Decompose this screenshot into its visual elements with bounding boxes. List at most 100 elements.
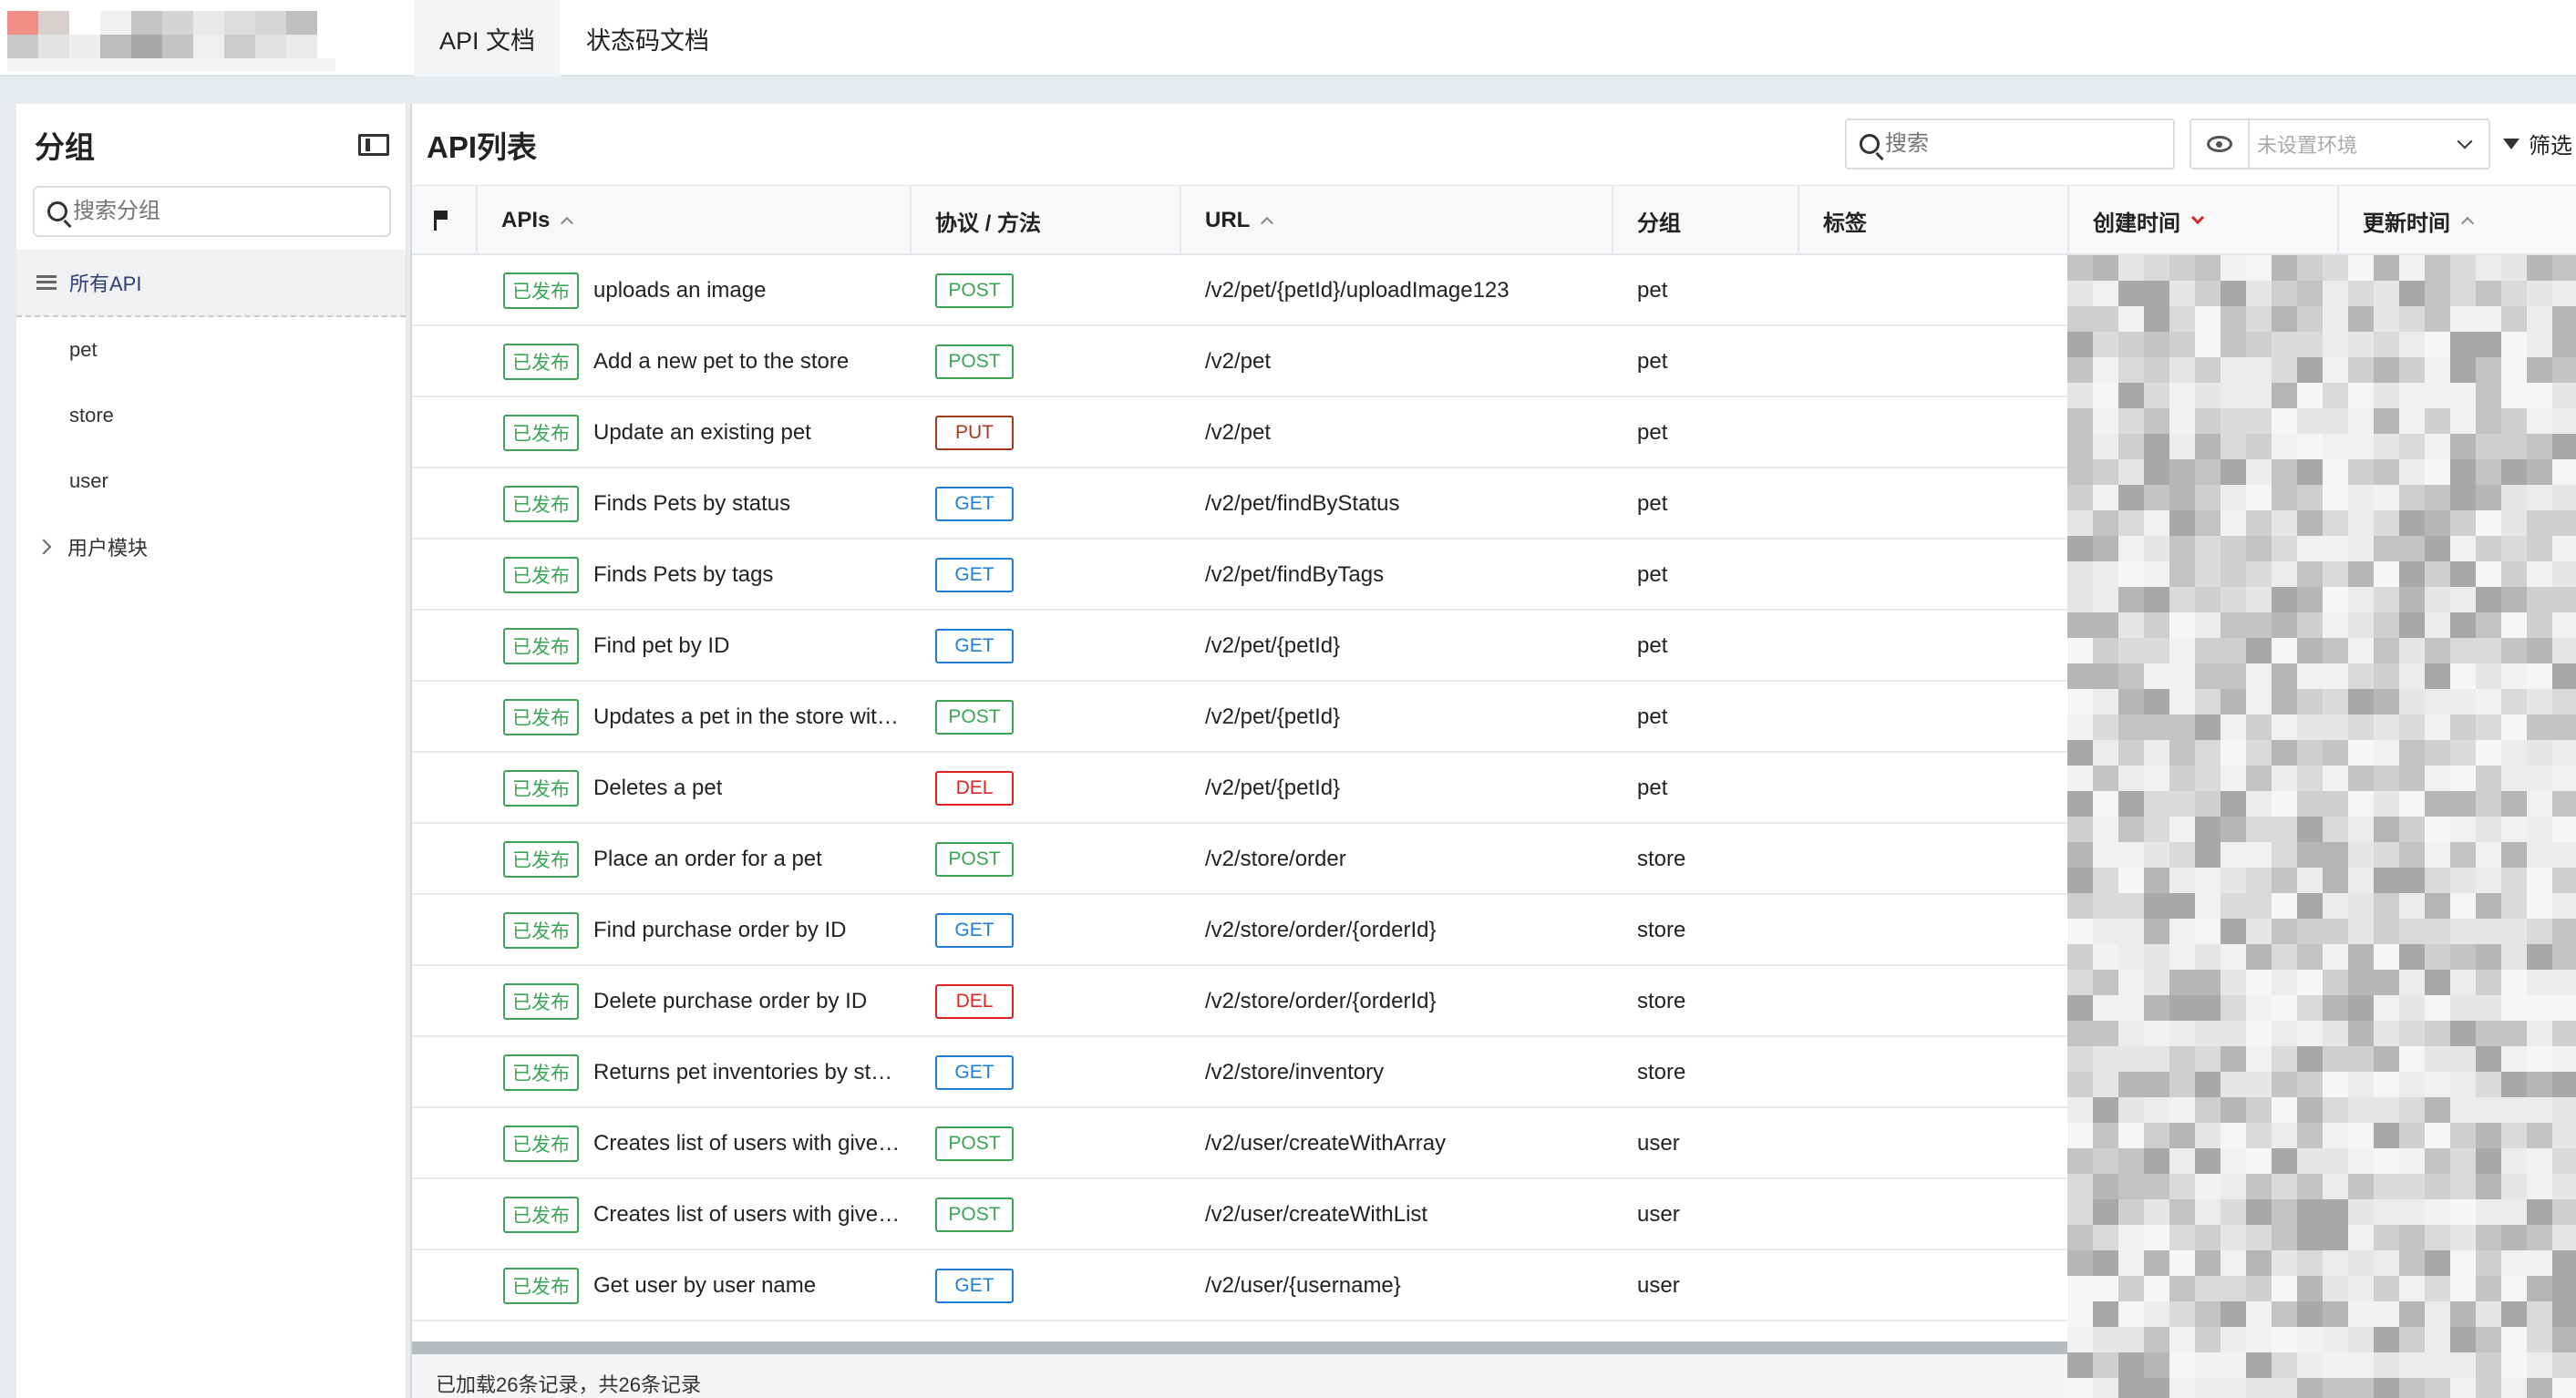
api-name-cell[interactable]: 已发布 Find purchase order by ID	[503, 895, 904, 966]
api-name[interactable]: Find purchase order by ID	[593, 918, 846, 943]
top-tabs: API 文档 状态码文档	[414, 0, 735, 77]
api-name[interactable]: uploads an image	[593, 278, 766, 303]
url-cell: /v2/user/createWithArray	[1205, 1131, 1447, 1156]
table-row[interactable]: 已发布 Deletes a pet DEL/v2/pet/{petId} pet	[412, 753, 2067, 824]
sidebar-item-all-apis[interactable]: 所有API	[16, 250, 406, 317]
sort-asc-icon[interactable]	[2460, 216, 2475, 231]
table-row[interactable]: 已发布 Finds Pets by status GET/v2/pet/findBy…	[412, 468, 2067, 540]
api-name[interactable]: Deletes a pet	[593, 776, 722, 801]
table-row[interactable]: 已发布 Finds Pets by tags GET/v2/pet/findByTa…	[412, 540, 2067, 611]
api-name[interactable]: Creates list of users with give…	[593, 1202, 900, 1228]
table-row[interactable]: 已发布 Find purchase order by ID GET/v2/store…	[412, 895, 2067, 966]
api-name[interactable]: Returns pet inventories by st…	[593, 1060, 892, 1085]
api-name[interactable]: Finds Pets by tags	[593, 562, 773, 588]
api-name-cell[interactable]: 已发布 Updates a pet in the store wit…	[503, 682, 904, 753]
table-row[interactable]: 已发布 Updates a pet in the store wit… POST/v…	[412, 682, 2067, 753]
tab-status-code-docs[interactable]: 状态码文档	[561, 0, 735, 77]
api-name-cell[interactable]: 已发布 Creates list of users with give…	[503, 1179, 904, 1250]
api-name[interactable]: Update an existing pet	[593, 420, 811, 446]
column-created-time[interactable]: 创建时间	[2069, 186, 2339, 255]
status-badge: 已发布	[503, 1126, 579, 1162]
column-method[interactable]: 协议 / 方法	[912, 186, 1181, 255]
table-row[interactable]: 已发布 Creates list of users with give… POST /…	[412, 1179, 2067, 1250]
table-row[interactable]: 已发布 Find pet by ID GET/v2/pet/{petId} pet	[412, 611, 2067, 682]
url-cell: /v2/store/order/{orderId}	[1205, 918, 1437, 942]
sidebar-title: 分组	[35, 130, 95, 164]
api-name-cell[interactable]: 已发布 Get user by user name	[503, 1250, 904, 1321]
column-apis-label: APIs	[501, 208, 551, 232]
collapse-panel-icon[interactable]	[358, 134, 389, 156]
api-name-cell[interactable]: 已发布 Creates list of users with give…	[503, 1108, 904, 1179]
sort-asc-icon[interactable]	[561, 216, 574, 231]
group-search-box[interactable]	[33, 186, 391, 237]
method-badge: GET	[935, 629, 1014, 663]
method-badge: POST	[935, 273, 1014, 308]
api-name[interactable]: Creates list of users with give…	[593, 1131, 900, 1156]
environment-select[interactable]: 未设置环境	[2190, 118, 2490, 170]
column-tags[interactable]: 标签	[1799, 186, 2069, 255]
filter-button[interactable]: 筛选	[2503, 128, 2572, 159]
group-cell: pet	[1637, 420, 1668, 445]
api-name[interactable]: Updates a pet in the store wit…	[593, 704, 899, 730]
sidebar-item-store[interactable]: store	[16, 383, 406, 448]
group-cell: store	[1637, 918, 1686, 942]
status-badge: 已发布	[503, 770, 579, 807]
sidebar-item-pet[interactable]: pet	[16, 317, 406, 383]
table-row[interactable]: 已发布 Creates list of users with give… POST /…	[412, 1108, 2067, 1179]
url-cell: /v2/pet	[1205, 349, 1272, 374]
table-row[interactable]: 已发布 Delete purchase order by ID DEL/v2/sto…	[412, 966, 2067, 1037]
method-badge: POST	[935, 842, 1014, 877]
sidebar-item-user[interactable]: user	[16, 448, 406, 514]
env-visibility-button[interactable]	[2191, 120, 2250, 168]
table-header: APIs 协议 / 方法 URL 分组 标签 创建时间 更新时间	[412, 186, 2576, 255]
api-name-cell[interactable]: 已发布 Place an order for a pet	[503, 824, 904, 895]
column-created-label: 创建时间	[2093, 211, 2180, 236]
api-name-cell[interactable]: 已发布 Deletes a pet	[503, 753, 904, 824]
api-name[interactable]: Delete purchase order by ID	[593, 989, 867, 1014]
table-row[interactable]: 已发布 Place an order for a pet POST/v2/store…	[412, 824, 2067, 895]
tab-api-docs[interactable]: API 文档	[414, 0, 562, 77]
table-row[interactable]: 已发布 Returns pet inventories by st… GET/v2/…	[412, 1037, 2067, 1108]
api-name-cell[interactable]: 已发布 Delete purchase order by ID	[503, 966, 904, 1037]
column-group[interactable]: 分组	[1613, 186, 1799, 255]
table-row[interactable]: 已发布 uploads an image POST/v2/pet/{petId}/u…	[412, 255, 2067, 326]
url-cell: /v2/pet/{petId}	[1205, 776, 1341, 800]
sort-asc-icon[interactable]	[1261, 216, 1274, 231]
api-name[interactable]: Add a new pet to the store	[593, 349, 849, 375]
api-name-cell[interactable]: 已发布 Finds Pets by status	[503, 468, 904, 540]
method-cell: POST	[935, 1179, 1045, 1250]
column-apis[interactable]: APIs	[478, 186, 912, 255]
status-badge: 已发布	[503, 486, 579, 522]
table-row[interactable]: 已发布 Update an existing pet PUT/v2/pet pet	[412, 397, 2067, 468]
method-badge: GET	[935, 1055, 1014, 1090]
method-cell: GET	[935, 468, 1045, 540]
api-name[interactable]: Find pet by ID	[593, 633, 729, 659]
flag-icon	[434, 211, 448, 231]
api-search-input[interactable]	[1885, 131, 2159, 157]
method-cell: DEL	[935, 966, 1045, 1037]
sort-desc-icon[interactable]	[2190, 211, 2205, 225]
api-name[interactable]: Finds Pets by status	[593, 491, 790, 517]
api-name-cell[interactable]: 已发布 uploads an image	[503, 255, 904, 326]
sidebar-folder-user-module[interactable]: 用户模块	[16, 514, 406, 580]
sidebar-item-label: 所有API	[69, 272, 142, 295]
api-name[interactable]: Place an order for a pet	[593, 847, 822, 872]
table-row[interactable]: 已发布 Add a new pet to the store POST/v2/pet…	[412, 326, 2067, 397]
api-search-box[interactable]	[1845, 118, 2175, 170]
api-name-cell[interactable]: 已发布 Returns pet inventories by st…	[503, 1037, 904, 1108]
api-name-cell[interactable]: 已发布 Add a new pet to the store	[503, 326, 904, 397]
table-row[interactable]: 已发布 Get user by user name GET/v2/user/{use…	[412, 1250, 2067, 1321]
api-name[interactable]: Get user by user name	[593, 1273, 816, 1299]
app-logo[interactable]	[7, 11, 335, 75]
method-cell: POST	[935, 824, 1045, 895]
horizontal-scrollbar[interactable]	[412, 1341, 2067, 1354]
column-flag[interactable]	[412, 186, 478, 255]
api-name-cell[interactable]: 已发布 Find pet by ID	[503, 611, 904, 682]
method-cell: GET	[935, 540, 1045, 611]
column-updated-time[interactable]: 更新时间	[2339, 186, 2576, 255]
column-url[interactable]: URL	[1181, 186, 1613, 255]
group-search-input[interactable]	[73, 199, 346, 224]
api-name-cell[interactable]: 已发布 Update an existing pet	[503, 397, 904, 468]
api-table-body: 已发布 uploads an image POST/v2/pet/{petId}/u…	[412, 255, 2067, 1321]
api-name-cell[interactable]: 已发布 Finds Pets by tags	[503, 540, 904, 611]
